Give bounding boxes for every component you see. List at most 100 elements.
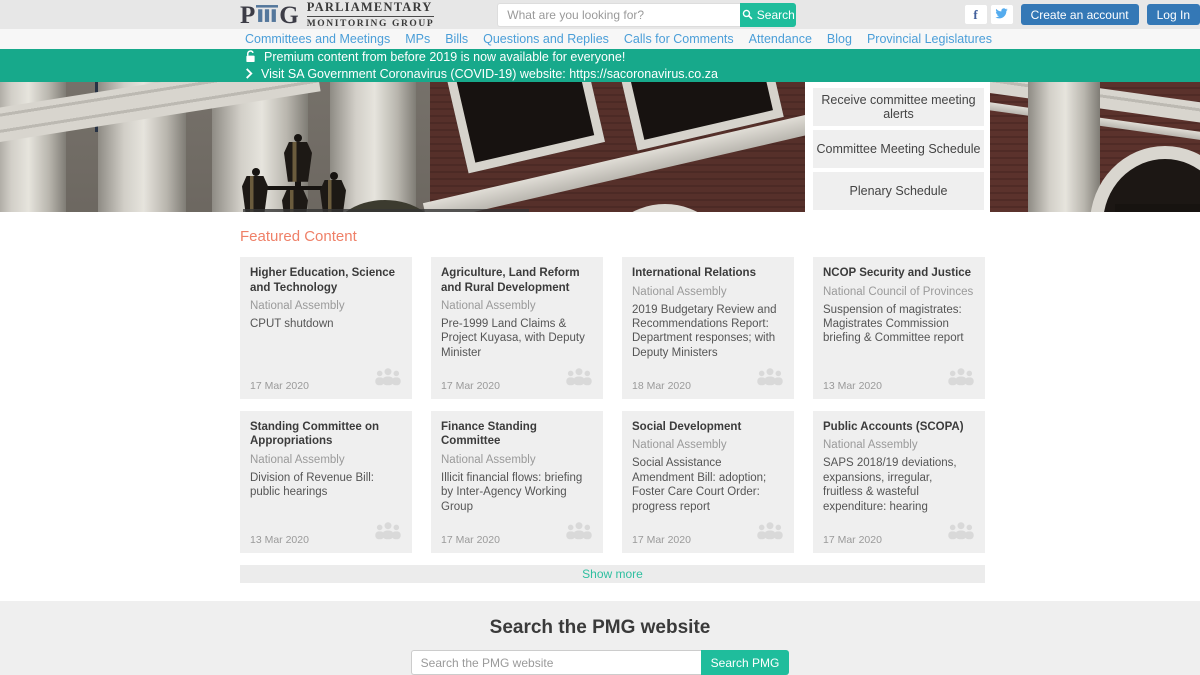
card-title[interactable]: Finance Standing Committee (441, 420, 593, 449)
featured-card[interactable]: Standing Committee on Appropriations Nat… (240, 411, 412, 553)
show-more-button[interactable]: Show more (240, 564, 985, 583)
card-footer: 13 Mar 2020 (250, 514, 402, 546)
nav-links: Committees and Meetings MPs Bills Questions… (245, 32, 1200, 46)
card-org: National Assembly (632, 285, 727, 298)
card-footer: 17 Mar 2020 (250, 360, 402, 392)
card-title[interactable]: NCOP Security and Justice (823, 266, 975, 280)
card-date: 17 Mar 2020 (823, 533, 882, 546)
twitter-icon (995, 6, 1008, 24)
card-org: National Assembly (441, 299, 536, 312)
card-desc[interactable]: Illicit financial flows: briefing by Int… (441, 471, 593, 514)
featured-card[interactable]: NCOP Security and Justice National Counc… (813, 257, 985, 400)
banner-covid-link[interactable]: Visit SA Government Coronavirus (COVID-1… (261, 67, 718, 81)
hero-photo-left (0, 81, 805, 213)
hero-column (1028, 81, 1100, 213)
card-date: 17 Mar 2020 (250, 380, 309, 393)
twitter-button[interactable] (990, 5, 1013, 25)
pillars-icon (256, 2, 279, 27)
featured-card[interactable]: International Relations National Assembl… (622, 257, 794, 400)
nav-link[interactable]: Blog (827, 32, 852, 46)
top-header-bar: P G PARLIAMENTARY MONITORING GROUP What … (0, 0, 1200, 30)
header-search-button[interactable]: Search (740, 2, 797, 27)
featured-card[interactable]: Agriculture, Land Reform and Rural Devel… (431, 257, 603, 400)
card-desc[interactable]: SAPS 2018/19 deviations, expansions, irr… (823, 456, 975, 514)
login-button[interactable]: Log In (1146, 4, 1200, 26)
hero-sidebar-button[interactable]: Receive committee meeting alerts (813, 87, 984, 126)
search-icon (742, 9, 753, 20)
card-title[interactable]: Public Accounts (SCOPA) (823, 420, 975, 434)
footer-search-form: Search PMG (410, 650, 790, 675)
people-group-icon (947, 520, 975, 546)
featured-heading: Featured Content (240, 228, 357, 246)
card-org: National Assembly (823, 439, 918, 452)
card-org: National Assembly (632, 439, 727, 452)
nav-link[interactable]: Attendance (749, 32, 812, 46)
pmg-logo[interactable]: P G PARLIAMENTARY MONITORING GROUP (240, 0, 435, 30)
featured-cards: Higher Education, Science and Technology… (240, 257, 985, 553)
card-desc[interactable]: Pre-1999 Land Claims & Project Kuyasa, w… (441, 317, 593, 360)
logo-line2: MONITORING GROUP (306, 19, 435, 30)
logo-line1: PARLIAMENTARY (306, 0, 435, 18)
footer-search-heading: Search the PMG website (489, 617, 711, 638)
header-search: Search (497, 2, 797, 27)
card-title[interactable]: Social Development (632, 420, 784, 434)
hero-window-dark (1115, 203, 1200, 213)
card-title[interactable]: Higher Education, Science and Technology (250, 266, 402, 295)
pmg-logo-mark: P G (240, 2, 299, 28)
hero-lamp-finial (252, 167, 260, 176)
card-footer: 17 Mar 2020 (823, 514, 975, 546)
people-group-icon (565, 520, 593, 546)
featured-card[interactable]: Public Accounts (SCOPA) National Assembl… (813, 411, 985, 553)
footer-search-button[interactable]: Search PMG (700, 650, 790, 675)
hero-arch-pediment (1090, 145, 1200, 213)
facebook-button[interactable]: f (964, 5, 987, 25)
banner-premium-text: Premium content from before 2019 is now … (264, 49, 626, 64)
hero-sidebar-button[interactable]: Plenary Schedule (813, 171, 984, 210)
card-desc[interactable]: Suspension of magistrates: Magistrates C… (823, 303, 975, 346)
show-more-label: Show more (582, 566, 643, 581)
hero-section: Receive committee meeting alerts Committe… (0, 81, 1200, 213)
card-footer: 17 Mar 2020 (441, 360, 593, 392)
search-button-label: Search (756, 7, 795, 22)
card-org: National Assembly (250, 453, 345, 466)
main-nav: Committees and Meetings MPs Bills Questions… (0, 29, 1200, 49)
pmg-homepage: P G PARLIAMENTARY MONITORING GROUP What … (0, 0, 1200, 675)
card-title[interactable]: Standing Committee on Appropriations (250, 420, 402, 449)
nav-link[interactable]: Questions and Replies (483, 32, 609, 46)
card-desc[interactable]: CPUT shutdown (250, 317, 402, 331)
people-group-icon (756, 520, 784, 546)
footer-search-input[interactable] (410, 650, 701, 675)
nav-link[interactable]: Bills (445, 32, 468, 46)
logo-letter-g: G (279, 1, 299, 29)
banner-covid-row: Visit SA Government Coronavirus (COVID-1… (245, 67, 1200, 81)
announcement-banner: Premium content from before 2019 is now … (0, 48, 1200, 82)
logo-letter-p: P (240, 1, 256, 29)
featured-card[interactable]: Social Development National Assembly Soc… (622, 411, 794, 553)
hero-notice-bar: PMG Office temporarily closed (243, 208, 529, 213)
people-group-icon (374, 366, 402, 392)
card-footer: 17 Mar 2020 (441, 514, 593, 546)
card-title[interactable]: International Relations (632, 266, 784, 280)
people-group-icon (374, 520, 402, 546)
chevron-right-icon (245, 68, 253, 79)
nav-link[interactable]: Provincial Legislatures (867, 32, 992, 46)
card-title[interactable]: Agriculture, Land Reform and Rural Devel… (441, 266, 593, 295)
create-account-button[interactable]: Create an account (1020, 4, 1139, 26)
header-search-input[interactable] (497, 2, 741, 27)
card-footer: 18 Mar 2020 (632, 360, 784, 392)
logo-wordmark: PARLIAMENTARY MONITORING GROUP (306, 0, 435, 30)
hero-sidebar-button[interactable]: Committee Meeting Schedule (813, 129, 984, 168)
card-desc[interactable]: Social Assistance Amendment Bill: adopti… (632, 456, 784, 514)
nav-link[interactable]: Calls for Comments (624, 32, 734, 46)
hero-lantern (284, 141, 312, 182)
featured-card[interactable]: Higher Education, Science and Technology… (240, 257, 412, 400)
card-desc[interactable]: Division of Revenue Bill: public hearing… (250, 471, 402, 500)
people-group-icon (947, 366, 975, 392)
nav-link[interactable]: MPs (405, 32, 430, 46)
featured-card[interactable]: Finance Standing Committee National Asse… (431, 411, 603, 553)
facebook-icon: f (973, 6, 978, 22)
nav-link[interactable]: Committees and Meetings (245, 32, 390, 46)
card-desc[interactable]: 2019 Budgetary Review and Recommendation… (632, 303, 784, 361)
card-org: National Assembly (441, 453, 536, 466)
banner-premium-row: Premium content from before 2019 is now … (245, 50, 1200, 64)
